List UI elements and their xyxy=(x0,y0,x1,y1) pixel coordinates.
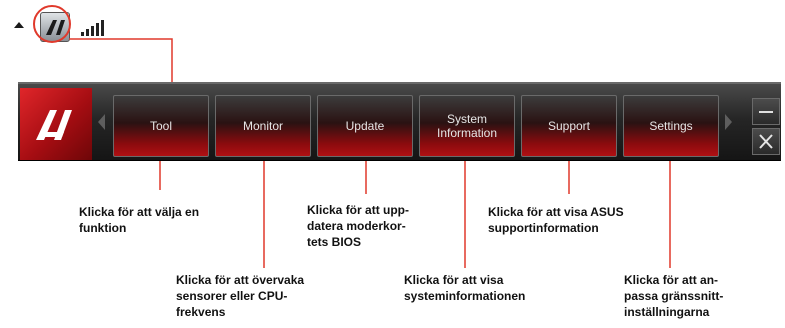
settings-callout: Klicka för att an- passa gränssnitt- ins… xyxy=(624,273,724,319)
scroll-left-icon[interactable] xyxy=(98,114,105,130)
highlight-circle xyxy=(33,5,71,43)
signal-bars-icon xyxy=(80,18,106,38)
settings-button[interactable]: Settings xyxy=(623,95,719,157)
minimize-button[interactable] xyxy=(752,98,780,125)
tool-callout: Klicka för att välja en funktion xyxy=(79,205,200,235)
close-button[interactable] xyxy=(752,128,780,155)
tool-button[interactable]: Tool xyxy=(113,95,209,157)
tool-button-label: Tool xyxy=(149,119,172,133)
monitor-button-label: Monitor xyxy=(242,119,283,133)
support-callout: Klicka för att visa ASUS supportinformat… xyxy=(488,205,624,235)
update-button[interactable]: Update xyxy=(317,95,413,157)
ai-suite-logo-icon[interactable] xyxy=(20,88,92,160)
chevron-up-icon[interactable] xyxy=(14,22,24,28)
monitor-button[interactable]: Monitor xyxy=(215,95,311,157)
scroll-right-icon[interactable] xyxy=(725,114,732,130)
update-callout: Klicka för att upp- datera moderkor- tet… xyxy=(307,203,410,249)
support-button[interactable]: Support xyxy=(521,95,617,157)
close-icon xyxy=(759,134,773,149)
system-tray xyxy=(8,4,116,48)
update-button-label: Update xyxy=(345,119,385,133)
system-information-callout: Klicka för att visa systeminformationen xyxy=(404,273,526,303)
ai-suite-toolbar: Tool Monitor Update System Information S… xyxy=(18,82,781,160)
system-information-button[interactable]: System Information xyxy=(419,95,515,157)
monitor-callout: Klicka för att övervaka sensorer eller C… xyxy=(176,273,305,319)
settings-button-label: Settings xyxy=(649,119,693,133)
support-button-label: Support xyxy=(547,119,591,133)
system-information-button-label: System Information xyxy=(436,112,498,140)
